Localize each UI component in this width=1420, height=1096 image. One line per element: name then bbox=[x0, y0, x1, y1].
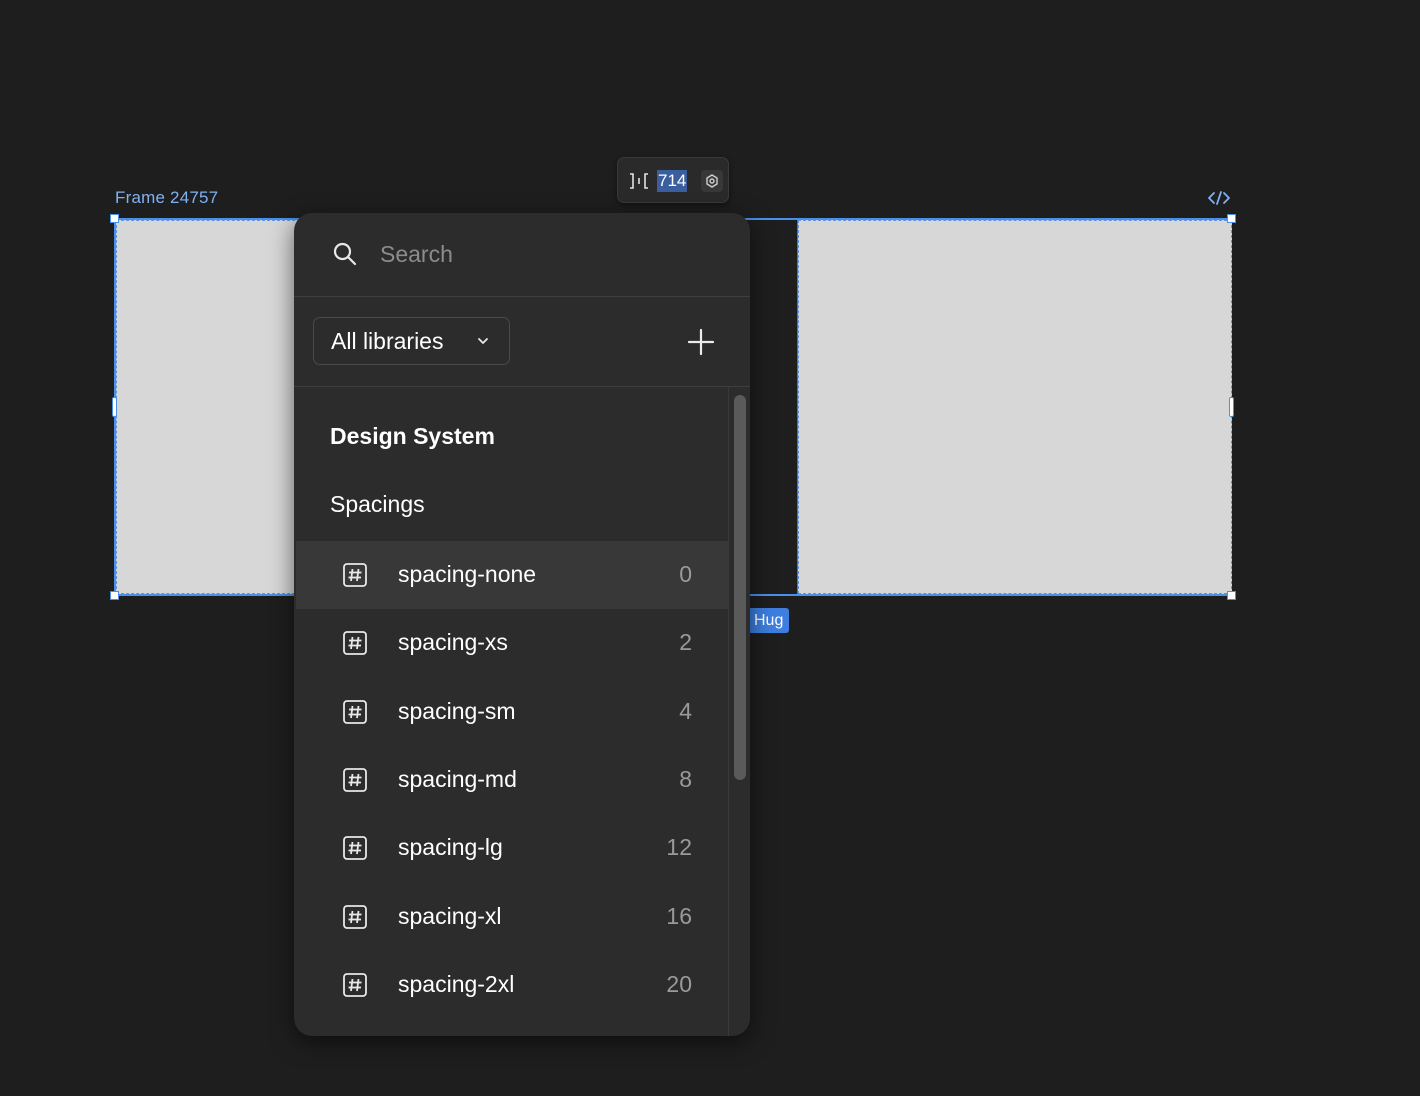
variable-row[interactable]: spacing-md 8 bbox=[296, 746, 728, 814]
library-filter-label: All libraries bbox=[331, 328, 444, 354]
gap-value-input[interactable]: 714 bbox=[657, 170, 688, 192]
number-variable-icon bbox=[342, 835, 368, 861]
resize-handle-bottom-left[interactable] bbox=[110, 591, 119, 600]
number-variable-icon bbox=[342, 630, 368, 656]
resize-handle-top-left[interactable] bbox=[110, 214, 119, 223]
variable-value: 2 bbox=[679, 629, 692, 655]
variable-name: spacing-2xl bbox=[398, 971, 515, 997]
number-variable-icon bbox=[342, 767, 368, 793]
resize-handle-top-right[interactable] bbox=[1227, 214, 1236, 223]
number-variable-icon bbox=[342, 904, 368, 930]
variable-value: 8 bbox=[679, 766, 692, 792]
variable-value: 12 bbox=[666, 834, 692, 860]
collection-title: Design System bbox=[330, 423, 495, 449]
variable-list[interactable]: Design System Spacings spacing-none 0 sp… bbox=[294, 387, 728, 1036]
gap-area bbox=[750, 220, 798, 594]
scrollbar-thumb[interactable] bbox=[734, 395, 746, 780]
variable-value: 20 bbox=[666, 971, 692, 997]
resize-handle-bottom-right[interactable] bbox=[1227, 591, 1236, 600]
frame-name-label[interactable]: Frame 24757 bbox=[115, 188, 218, 208]
variable-name: spacing-md bbox=[398, 766, 517, 792]
variable-row[interactable]: spacing-lg 12 bbox=[296, 814, 728, 882]
variable-name: spacing-none bbox=[398, 561, 537, 587]
variable-row[interactable]: spacing-xl 16 bbox=[296, 883, 728, 951]
variable-row[interactable]: spacing-sm 4 bbox=[296, 678, 728, 746]
search-icon bbox=[332, 241, 358, 267]
scrollbar-track[interactable] bbox=[728, 387, 750, 1036]
gap-value-pill[interactable]: 714 bbox=[617, 157, 729, 203]
apply-variable-icon[interactable] bbox=[701, 170, 723, 192]
variable-picker-panel: All libraries Design System Spacings s bbox=[294, 213, 750, 1036]
resize-handle-right[interactable] bbox=[1229, 397, 1234, 417]
hug-badge[interactable]: Hug bbox=[748, 608, 790, 633]
variable-name: spacing-lg bbox=[398, 834, 503, 860]
variable-name: spacing-sm bbox=[398, 698, 516, 724]
design-canvas[interactable]: Frame 24757 714 Hug Search All libraries… bbox=[0, 0, 1420, 1096]
search-bar bbox=[294, 213, 750, 297]
search-input[interactable] bbox=[380, 235, 710, 273]
variable-value: 16 bbox=[666, 903, 692, 929]
variable-row[interactable]: spacing-xs 2 bbox=[296, 609, 728, 677]
variable-value: 0 bbox=[679, 561, 692, 587]
variable-row[interactable]: spacing-2xl 20 bbox=[296, 951, 728, 1019]
variable-value: 4 bbox=[679, 698, 692, 724]
variable-name: spacing-xl bbox=[398, 903, 502, 929]
code-icon[interactable] bbox=[1207, 188, 1231, 208]
library-filter-dropdown[interactable]: All libraries bbox=[313, 317, 510, 365]
resize-handle-left[interactable] bbox=[112, 397, 117, 417]
frame-child-right[interactable] bbox=[798, 220, 1232, 594]
filter-row: All libraries bbox=[294, 297, 750, 387]
group-title: Spacings bbox=[330, 491, 425, 517]
variable-name: spacing-xs bbox=[398, 629, 508, 655]
number-variable-icon bbox=[342, 562, 368, 588]
variable-row[interactable]: spacing-none 0 bbox=[296, 541, 728, 609]
chevron-down-icon bbox=[476, 334, 490, 348]
number-variable-icon bbox=[342, 699, 368, 725]
add-icon[interactable] bbox=[686, 327, 716, 357]
gap-icon bbox=[628, 172, 650, 190]
number-variable-icon bbox=[342, 972, 368, 998]
